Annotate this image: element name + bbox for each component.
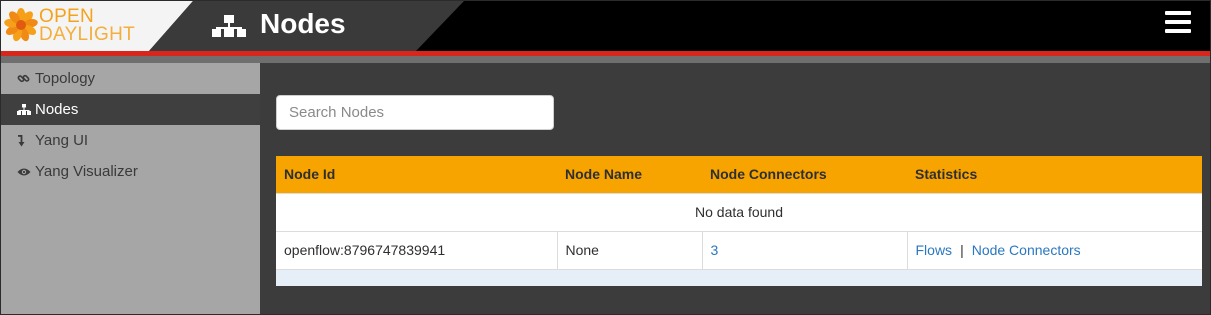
sidebar-item-label: Nodes bbox=[35, 101, 79, 118]
top-header: OPEN DAYLIGHT Nodes bbox=[1, 1, 1210, 51]
column-header-statistics[interactable]: Statistics bbox=[907, 156, 1202, 193]
eye-icon bbox=[17, 167, 33, 177]
app-window: OPEN DAYLIGHT Nodes Topology Nodes Yang … bbox=[0, 0, 1211, 315]
empty-row: No data found bbox=[276, 192, 1202, 231]
hamburger-menu-icon[interactable] bbox=[1165, 11, 1193, 39]
header-grey-stripe bbox=[1, 56, 1210, 63]
table-footer-row bbox=[276, 268, 1202, 286]
sidebar-item-label: Yang UI bbox=[35, 132, 89, 149]
sidebar-item-label: Yang Visualizer bbox=[35, 163, 138, 180]
sitemap-icon bbox=[212, 15, 246, 37]
column-header-node-id[interactable]: Node Id bbox=[276, 156, 557, 193]
nodes-table: Node Id Node Name Node Connectors Statis… bbox=[276, 156, 1202, 286]
sidebar-item-yang-ui[interactable]: Yang UI bbox=[1, 125, 260, 156]
level-down-icon bbox=[17, 134, 33, 147]
sidebar: Topology Nodes Yang UI Yang Visualizer bbox=[1, 63, 260, 314]
column-header-node-connectors[interactable]: Node Connectors bbox=[702, 156, 907, 193]
page-title: Nodes bbox=[260, 8, 346, 39]
link-separator: | bbox=[960, 242, 964, 258]
node-connectors-cell: 3 bbox=[702, 230, 908, 269]
sidebar-item-topology[interactable]: Topology bbox=[1, 63, 260, 94]
table-footer bbox=[276, 268, 1202, 286]
sidebar-item-label: Topology bbox=[35, 70, 96, 87]
table-header-row: Node Id Node Name Node Connectors Statis… bbox=[276, 156, 1202, 193]
sidebar-item-nodes[interactable]: Nodes bbox=[1, 94, 260, 125]
opendaylight-logo-icon bbox=[4, 8, 38, 42]
flows-link[interactable]: Flows bbox=[916, 242, 953, 258]
column-header-node-name[interactable]: Node Name bbox=[557, 156, 702, 193]
node-connectors-link[interactable]: Node Connectors bbox=[972, 242, 1081, 258]
table-row: openflow:8796747839941 None 3 Flows | Node… bbox=[276, 230, 1202, 269]
main-content: Node Id Node Name Node Connectors Statis… bbox=[260, 63, 1210, 314]
node-connectors-count-link[interactable]: 3 bbox=[711, 242, 719, 258]
logo-text: OPEN DAYLIGHT bbox=[39, 7, 136, 45]
sidebar-item-yang-visualizer[interactable]: Yang Visualizer bbox=[1, 156, 260, 187]
no-data-message: No data found bbox=[276, 192, 1202, 231]
link-icon bbox=[17, 72, 33, 85]
statistics-cell: Flows | Node Connectors bbox=[907, 230, 1202, 269]
node-id-cell: openflow:8796747839941 bbox=[276, 230, 558, 269]
sitemap-icon bbox=[17, 103, 33, 116]
search-nodes-input[interactable] bbox=[276, 95, 554, 130]
node-name-cell: None bbox=[557, 230, 703, 269]
logo-text-line2: DAYLIGHT bbox=[39, 24, 136, 45]
